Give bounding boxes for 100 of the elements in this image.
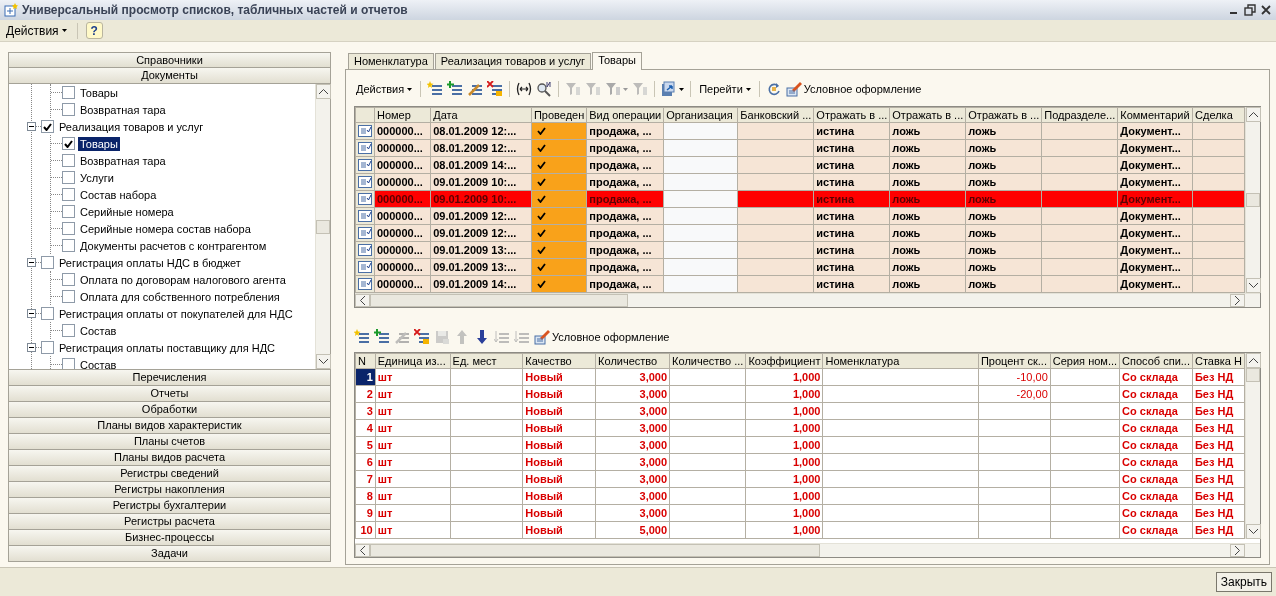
list-star-icon[interactable] [427,81,444,97]
scroll-down-icon[interactable] [1249,283,1258,288]
checkbox[interactable] [62,154,75,167]
section-header[interactable]: Задачи [8,546,331,562]
scroll-up-icon[interactable] [1249,358,1258,363]
collapse-icon[interactable] [27,343,36,352]
menu-button[interactable]: Перейти [697,83,753,95]
close-button[interactable]: Закрыть [1215,572,1272,592]
column-header[interactable]: Ед. мест [450,353,523,369]
row-number[interactable]: 2 [355,385,376,403]
scroll-up-icon[interactable] [319,89,328,94]
scroll-left-icon[interactable] [360,546,365,555]
scroll-right-icon[interactable] [1235,546,1240,555]
column-header[interactable]: Способ спи... [1119,353,1193,369]
scroll-right-icon[interactable] [1235,296,1240,305]
horizontal-scrollbar[interactable] [355,293,1260,307]
column-header[interactable]: Серия ном... [1050,353,1120,369]
menu-button[interactable]: Действия [354,83,415,95]
restore-icon[interactable] [1244,4,1256,16]
scroll-thumb[interactable] [316,219,330,234]
arrow-down-icon[interactable] [474,329,490,345]
column-header[interactable]: Количество [595,353,670,369]
tree-item[interactable]: Серийные номера состав набора [78,221,253,236]
row-number[interactable]: 5 [355,436,376,454]
section-header[interactable]: Документы [8,68,331,84]
tree-item[interactable]: Состав набора [78,187,159,202]
scroll-down-icon[interactable] [1249,529,1258,534]
checkbox[interactable] [62,205,75,218]
checkbox[interactable] [62,239,75,252]
checkbox[interactable] [62,86,75,99]
scroll-thumb[interactable] [1246,368,1260,382]
tree-item[interactable]: Оплата для собственного потребления [78,289,282,304]
collapse-icon[interactable] [27,258,36,267]
checkbox[interactable] [62,171,75,184]
tree-item[interactable]: Возвратная тара [78,102,168,117]
scroll-left-icon[interactable] [360,296,365,305]
scroll-thumb[interactable] [1246,193,1260,207]
column-header[interactable]: Комментарий [1117,107,1193,123]
tree-item[interactable]: Регистрация оплаты от покупателей для НДС [57,306,295,321]
tree-item[interactable]: Регистрация оплаты поставщику для НДС [57,340,278,355]
list-cross-icon[interactable] [414,329,430,345]
column-header[interactable]: Номер [374,107,431,123]
tree-item[interactable]: Товары [78,136,120,151]
column-header[interactable]: Номенклатура [822,353,979,369]
checkbox[interactable] [41,256,54,269]
row-number[interactable]: 3 [355,402,376,420]
section-header[interactable]: Обработки [8,402,331,418]
column-header[interactable]: Процент ск... [978,353,1051,369]
tab[interactable]: Реализация товаров и услуг [434,53,592,69]
checkbox[interactable] [62,324,75,337]
conditional-format-button[interactable]: Условное оформление [785,81,922,97]
row-number[interactable]: 7 [355,470,376,488]
list-pencil-icon[interactable] [467,81,484,97]
checkbox[interactable] [41,341,54,354]
section-header[interactable]: Планы видов характеристик [8,418,331,434]
section-header[interactable]: Регистры бухгалтерии [8,498,331,514]
tree-item[interactable]: Оплата по договорам налогового агента [78,272,288,287]
column-header[interactable]: Отражать в ... [889,107,966,123]
tree-item[interactable]: Регистрация оплаты НДС в бюджет [57,255,243,270]
column-header[interactable]: Дата [430,107,532,123]
checkbox[interactable] [62,137,75,150]
list-plus-icon[interactable] [374,329,390,345]
list-star-icon[interactable] [354,329,370,345]
scroll-thumb[interactable] [370,294,628,307]
conditional-format-button[interactable]: Условное оформление [534,329,670,345]
collapse-icon[interactable] [27,309,36,318]
column-header[interactable]: Коэффициент [745,353,823,369]
column-header[interactable]: Качество [522,353,596,369]
vertical-scrollbar[interactable] [1245,107,1260,293]
section-header[interactable]: Бизнес-процессы [8,530,331,546]
tree-item[interactable]: Реализация товаров и услуг [57,119,206,134]
list-cross-icon[interactable] [487,81,504,97]
column-header[interactable]: Подразделе... [1041,107,1118,123]
checkbox[interactable] [62,273,75,286]
checkbox[interactable] [62,103,75,116]
row-number[interactable]: 4 [355,419,376,437]
section-header[interactable]: Планы счетов [8,434,331,450]
horizontal-scrollbar[interactable] [355,543,1260,557]
column-header[interactable]: N [355,353,376,369]
tab[interactable]: Товары [592,52,642,70]
section-header[interactable]: Перечисления [8,370,331,386]
collapse-icon[interactable] [27,122,36,131]
tree-item[interactable]: Состав [78,357,119,369]
list-plus-icon[interactable] [447,81,464,97]
vertical-scrollbar[interactable] [315,84,330,369]
tree-item[interactable]: Состав [78,323,119,338]
checkbox[interactable] [62,290,75,303]
checkbox[interactable] [62,358,75,369]
column-header[interactable]: Количество ... [669,353,746,369]
column-header[interactable]: Ставка Н [1192,353,1245,369]
section-header[interactable]: Регистры накопления [8,482,331,498]
icon-menu-button[interactable] [661,81,685,97]
scroll-thumb[interactable] [370,544,820,557]
tree-item[interactable]: Возвратная тара [78,153,168,168]
row-number[interactable]: 9 [355,504,376,522]
row-number[interactable]: 6 [355,453,376,471]
close-icon[interactable] [1260,4,1272,16]
section-header[interactable]: Регистры сведений [8,466,331,482]
section-header[interactable]: Справочники [8,52,331,68]
tree-item[interactable]: Серийные номера [78,204,176,219]
